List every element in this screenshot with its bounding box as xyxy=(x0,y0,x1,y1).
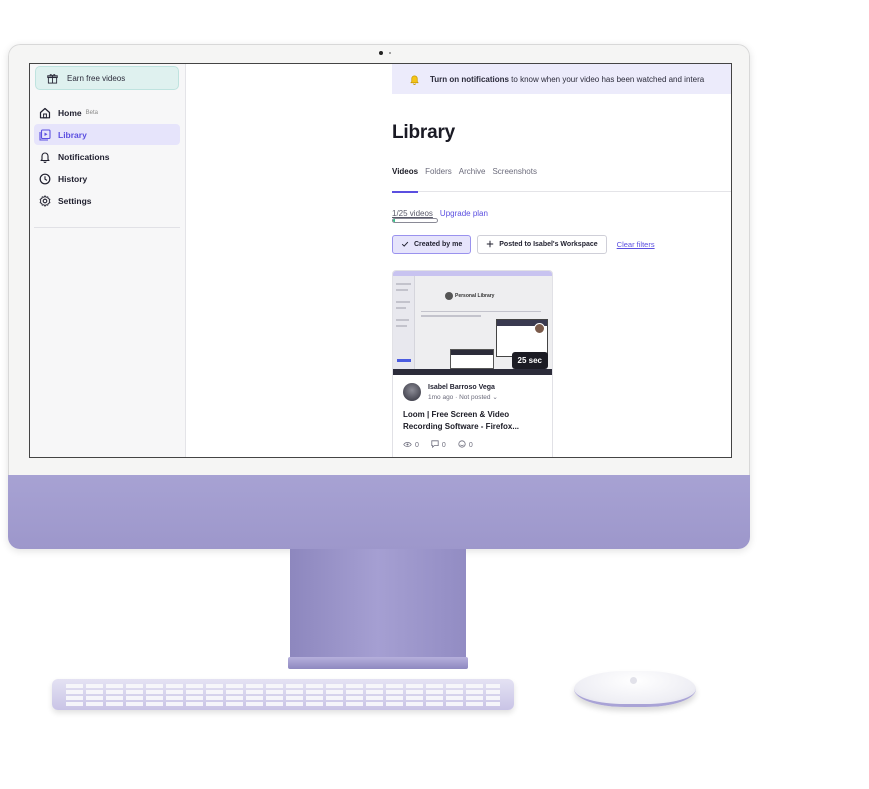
clock-icon xyxy=(39,173,51,185)
eye-icon xyxy=(403,441,412,450)
imac-monitor: Earn free videos Home Beta Library Notif… xyxy=(8,44,750,549)
library-icon xyxy=(39,128,51,141)
monitor-chin xyxy=(8,475,750,549)
posted-to-workspace-filter[interactable]: Posted to Isabel's Workspace xyxy=(477,235,607,254)
beta-badge: Beta xyxy=(85,109,98,116)
apple-logo-icon xyxy=(630,677,637,684)
thumbnail-taskbar xyxy=(393,369,552,375)
sidebar-item-library[interactable]: Library xyxy=(34,124,180,145)
page-title: Library xyxy=(392,122,456,143)
keyboard-key-row xyxy=(66,702,500,706)
quota-text[interactable]: 1/25 videos xyxy=(392,209,433,218)
camera-icon xyxy=(379,51,383,55)
camera-led xyxy=(389,52,391,54)
banner-bold-text: Turn on notifications xyxy=(430,74,509,84)
app-screen: Earn free videos Home Beta Library Notif… xyxy=(29,63,732,458)
video-card[interactable]: Personal Library 25 sec Isabel Barroso V… xyxy=(392,270,553,457)
sidebar-item-label: Notifications xyxy=(58,151,110,162)
quota-progress-bar xyxy=(392,218,438,223)
video-card-body: Isabel Barroso Vega 1mo ago · Not posted… xyxy=(393,375,552,457)
created-by-me-filter[interactable]: Created by me xyxy=(392,235,472,254)
check-icon xyxy=(401,240,409,250)
clear-filters-link[interactable]: Clear filters xyxy=(617,240,655,249)
upgrade-plan-link[interactable]: Upgrade plan xyxy=(440,209,488,218)
thumbnail-window xyxy=(450,349,494,369)
video-title[interactable]: Loom | Free Screen & Video Recording Sof… xyxy=(403,409,542,433)
sidebar-item-home[interactable]: Home Beta xyxy=(34,102,180,123)
gift-icon xyxy=(46,72,58,84)
duration-badge: 25 sec xyxy=(511,352,548,369)
thumbnail-button xyxy=(397,359,411,362)
avatar xyxy=(403,383,421,401)
bell-icon xyxy=(39,151,51,163)
keyboard-key-row xyxy=(66,696,500,700)
main-content: Turn on notifications to know when your … xyxy=(187,64,731,457)
sidebar-item-label: History xyxy=(58,173,88,184)
thumbnail-window-bar xyxy=(451,350,493,355)
sidebar: Earn free videos Home Beta Library Notif… xyxy=(30,64,186,457)
sidebar-item-settings[interactable]: Settings xyxy=(34,190,180,211)
monitor-stand-base xyxy=(288,657,468,669)
sidebar-item-label: Settings xyxy=(58,195,92,206)
video-thumbnail[interactable]: Personal Library 25 sec xyxy=(393,271,552,375)
thumbnail-avatar xyxy=(445,292,453,300)
sidebar-nav: Home Beta Library Notifications History … xyxy=(34,102,180,212)
tab-folders[interactable]: Folders xyxy=(425,167,452,192)
reactions-count: 0 xyxy=(468,441,473,449)
sidebar-item-notifications[interactable]: Notifications xyxy=(34,146,180,167)
views-count: 0 xyxy=(415,441,419,449)
reactions-stat: 0 xyxy=(458,440,473,450)
video-meta[interactable]: 1mo ago · Not posted ⌄ xyxy=(428,393,498,401)
sidebar-item-history[interactable]: History xyxy=(34,168,180,189)
bell-icon xyxy=(408,73,420,85)
tab-screenshots[interactable]: Screenshots xyxy=(492,167,536,192)
gear-icon xyxy=(39,194,51,207)
smiley-icon xyxy=(458,440,466,450)
thumbnail-line xyxy=(396,289,408,291)
sidebar-divider xyxy=(34,227,180,228)
thumbnail-line xyxy=(396,319,409,321)
banner-text: Turn on notifications to know when your … xyxy=(430,75,704,84)
author-name: Isabel Barroso Vega xyxy=(428,383,495,391)
thumbnail-line xyxy=(396,307,406,309)
posted-to-workspace-label: Posted to Isabel's Workspace xyxy=(499,241,598,248)
video-stats: 0 0 0 xyxy=(403,440,542,450)
filter-bar: Created by me Posted to Isabel's Workspa… xyxy=(392,235,655,254)
thumbnail-line xyxy=(396,325,407,327)
earn-free-videos-label: Earn free videos xyxy=(67,73,126,83)
tab-archive[interactable]: Archive xyxy=(459,167,486,192)
home-icon xyxy=(39,107,51,119)
author-row: Isabel Barroso Vega 1mo ago · Not posted… xyxy=(403,383,542,401)
created-by-me-label: Created by me xyxy=(414,241,463,248)
quota-progress-fill xyxy=(393,219,395,222)
monitor-bezel: Earn free videos Home Beta Library Notif… xyxy=(8,44,750,475)
thumbnail-camera-bubble xyxy=(534,323,545,334)
author-info: Isabel Barroso Vega 1mo ago · Not posted… xyxy=(428,384,498,401)
comment-icon xyxy=(431,440,439,450)
comments-count: 0 xyxy=(441,441,446,449)
library-tabs: Videos Folders Archive Screenshots xyxy=(392,167,731,193)
earn-free-videos-button[interactable]: Earn free videos xyxy=(35,66,179,90)
views-stat: 0 xyxy=(403,440,419,450)
thumbnail-line xyxy=(396,301,410,303)
thumbnail-line xyxy=(421,311,541,312)
sidebar-item-label: Library xyxy=(58,129,87,140)
thumbnail-line xyxy=(396,283,411,285)
thumbnail-line xyxy=(421,315,481,317)
tab-videos[interactable]: Videos xyxy=(392,167,419,193)
monitor-stand xyxy=(290,549,466,659)
banner-rest-text: to know when your video has been watched… xyxy=(508,74,705,84)
thumbnail-title: Personal Library xyxy=(455,293,495,299)
keyboard xyxy=(52,679,514,710)
video-quota: 1/25 videos Upgrade plan xyxy=(392,209,488,218)
keyboard-key-row xyxy=(66,684,500,688)
notification-banner[interactable]: Turn on notifications to know when your … xyxy=(392,64,731,94)
comments-stat: 0 xyxy=(431,440,446,450)
plus-icon xyxy=(486,240,494,250)
thumbnail-browser-bar xyxy=(393,271,552,276)
mouse xyxy=(574,671,696,707)
keyboard-key-row xyxy=(66,690,500,694)
sidebar-item-label: Home xyxy=(58,107,82,118)
